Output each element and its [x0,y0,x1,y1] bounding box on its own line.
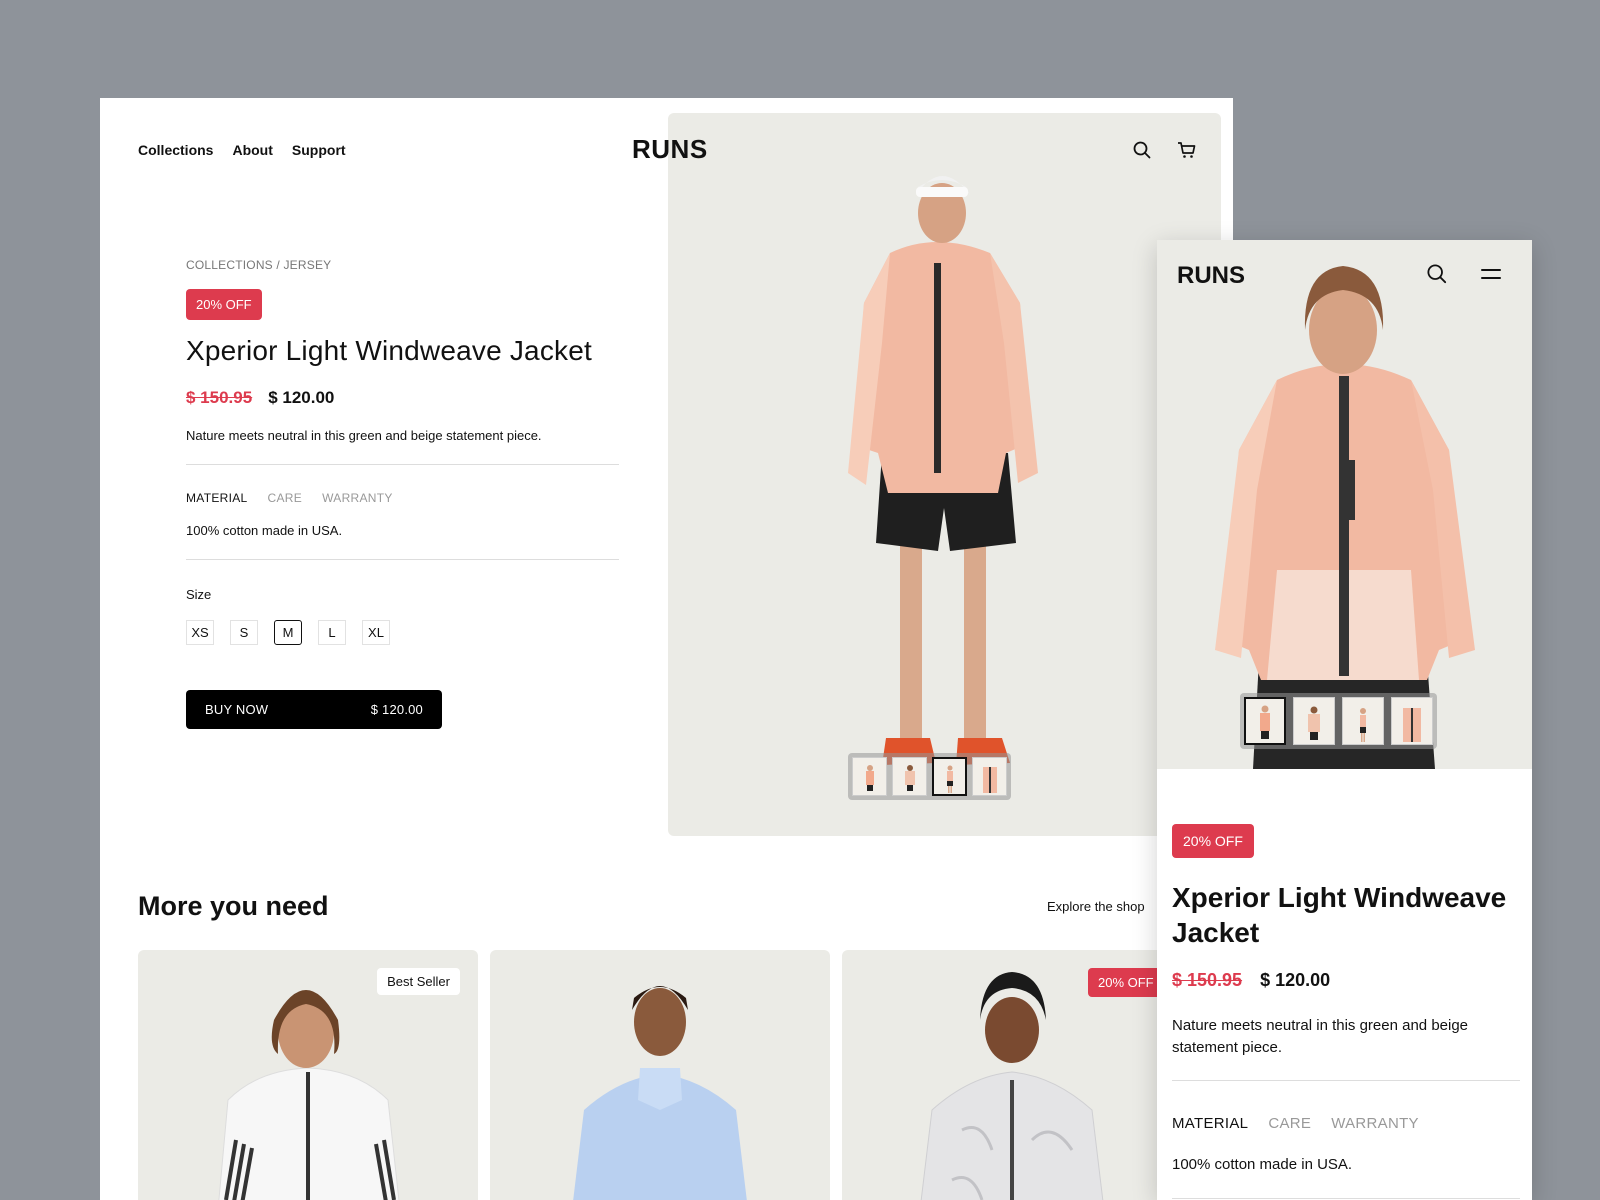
product-title: Xperior Light Windweave Jacket [186,335,592,366]
thumbnail-3[interactable] [1342,697,1384,745]
info-tabs: MATERIAL CARE WARRANTY [1172,1115,1419,1132]
breadcrumb[interactable]: COLLECTIONS / JERSEY [186,258,331,272]
thumbnail-4[interactable] [1391,697,1433,745]
search-icon[interactable] [1427,264,1447,284]
thumbnail-4[interactable] [972,757,1007,796]
info-tabs: MATERIAL CARE WARRANTY [186,491,393,505]
thumbnail-1[interactable] [852,757,887,796]
product-card[interactable]: Best Seller [138,950,478,1200]
discount-badge: 20% OFF [1088,968,1164,997]
thumbnail-2[interactable] [892,757,927,796]
tab-material[interactable]: MATERIAL [1172,1115,1248,1132]
logo[interactable]: RUNS [632,134,708,165]
image-thumbnails [848,753,1011,800]
buy-now-price: $ 120.00 [370,702,423,717]
nav-collections[interactable]: Collections [138,142,213,158]
tab-content: 100% cotton made in USA. [1172,1156,1353,1173]
product-card[interactable]: 20% OFF [842,950,1182,1200]
explore-shop-link[interactable]: Explore the shop [1047,899,1145,914]
product-card[interactable] [490,950,830,1200]
old-price: $ 150.95 [1172,970,1243,990]
best-seller-tag: Best Seller [377,968,460,995]
menu-icon[interactable] [1481,264,1501,284]
product-hero-image [1157,240,1532,769]
tab-care[interactable]: CARE [1268,1115,1311,1132]
current-price: $ 120.00 [268,388,335,407]
tab-warranty[interactable]: WARRANTY [322,491,393,505]
thumbnail-1[interactable] [1244,697,1286,745]
product-description: Nature meets neutral in this green and b… [1172,1017,1469,1056]
size-option-s[interactable]: S [230,620,258,645]
cart-icon[interactable] [1176,140,1196,160]
section-title: More you need [138,891,329,921]
tab-content: 100% cotton made in USA. [186,523,343,538]
logo[interactable]: RUNS [1177,262,1245,290]
size-option-l[interactable]: L [318,620,346,645]
main-nav: Collections About Support [138,142,346,158]
tab-warranty[interactable]: WARRANTY [1331,1115,1419,1132]
thumbnail-2[interactable] [1293,697,1335,745]
price-row: $ 150.95 $ 120.00 [186,388,334,408]
runner-figure-image [848,176,1038,765]
size-selector: XS S M L XL [186,620,390,645]
old-price: $ 150.95 [186,388,253,407]
mobile-frame: RUNS 20% OFF Xperior Light Windweave Jac… [1157,240,1532,1200]
size-option-xl[interactable]: XL [362,620,390,645]
current-price: $ 120.00 [1260,970,1331,990]
discount-badge: 20% OFF [1172,824,1254,858]
divider [186,464,619,465]
tab-care[interactable]: CARE [268,491,303,505]
mobile-header-actions [1427,264,1501,284]
tab-material[interactable]: MATERIAL [186,491,248,505]
buy-now-button[interactable]: BUY NOW $ 120.00 [186,690,442,729]
thumbnail-3[interactable] [932,757,967,796]
size-option-m[interactable]: M [274,620,302,645]
nav-about[interactable]: About [232,142,272,158]
size-option-xs[interactable]: XS [186,620,214,645]
divider [1172,1198,1520,1199]
divider [186,559,619,560]
product-title: Xperior Light Windweave Jacket [1172,882,1507,948]
search-icon[interactable] [1132,140,1152,160]
nav-support[interactable]: Support [292,142,346,158]
size-label: Size [186,587,212,602]
runner-closeup-image [1215,266,1475,769]
product-hero-image [668,113,1221,836]
price-row: $ 150.95 $ 120.00 [1172,970,1330,991]
discount-badge: 20% OFF [186,289,262,320]
product-image [573,986,747,1200]
header-actions [1132,140,1196,160]
buy-now-label: BUY NOW [205,702,269,717]
divider [1172,1080,1520,1081]
desktop-frame: Collections About Support RUNS COLLECTIO… [100,98,1233,1200]
image-thumbnails [1240,693,1437,749]
product-description: Nature meets neutral in this green and b… [186,428,542,443]
